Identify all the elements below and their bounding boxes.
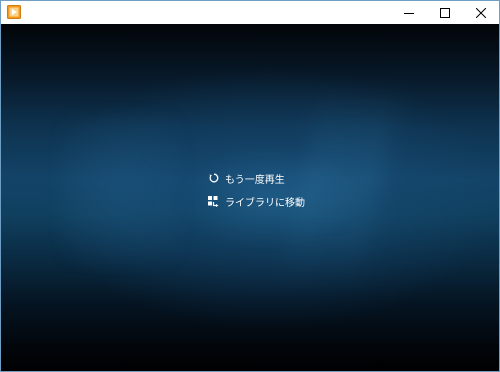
- maximize-icon: [440, 7, 450, 18]
- minimize-button[interactable]: [391, 1, 427, 24]
- replay-label: もう一度再生: [225, 174, 285, 186]
- app-window: もう一度再生 ライブラリに移動: [0, 0, 500, 372]
- go-to-library-label: ライブラリに移動: [225, 197, 305, 209]
- playback-end-screen: もう一度再生 ライブラリに移動: [1, 24, 499, 371]
- window-controls: [391, 1, 499, 24]
- replay-button[interactable]: もう一度再生: [208, 170, 305, 186]
- go-to-library-button[interactable]: ライブラリに移動: [208, 193, 305, 209]
- end-actions: もう一度再生 ライブラリに移動: [208, 170, 305, 216]
- media-player-app-icon: [7, 5, 21, 19]
- close-button[interactable]: [463, 1, 499, 24]
- maximize-button[interactable]: [427, 1, 463, 24]
- library-icon: [208, 195, 219, 207]
- close-icon: [476, 7, 486, 18]
- minimize-icon: [404, 12, 414, 14]
- title-bar[interactable]: [1, 1, 499, 24]
- replay-icon: [208, 173, 219, 184]
